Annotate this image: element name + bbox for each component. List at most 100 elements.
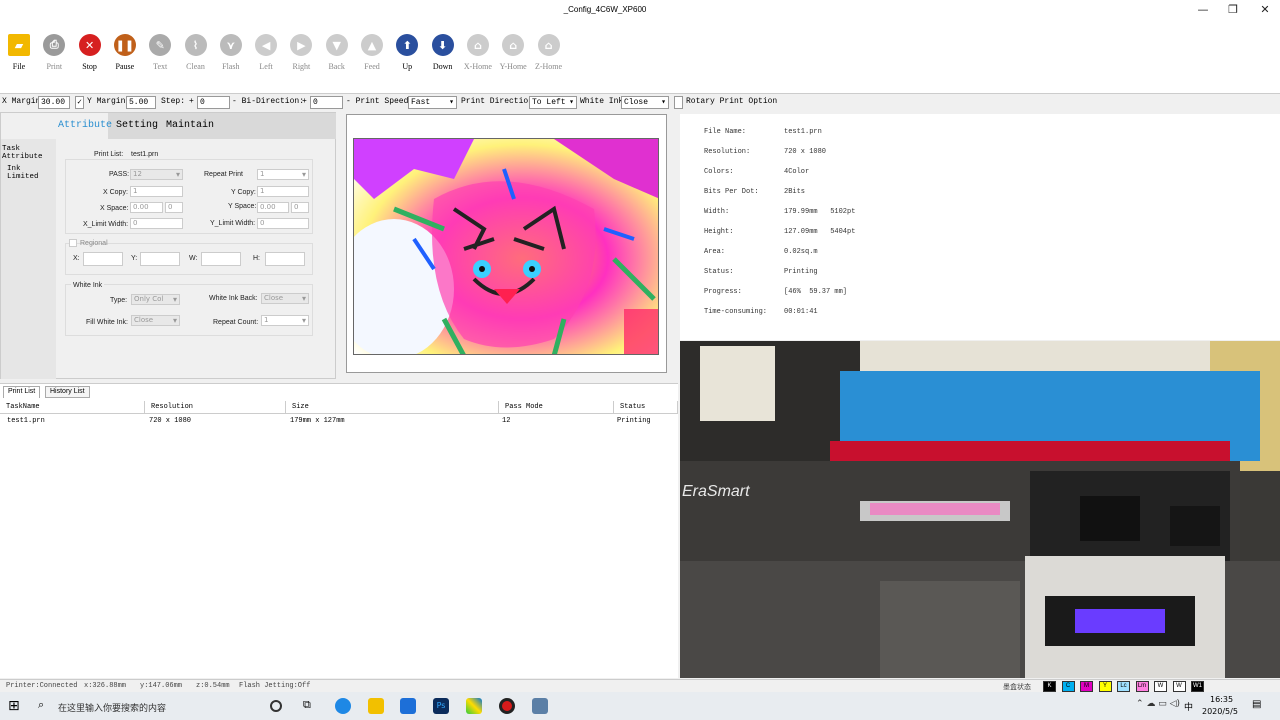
info-label: Bits Per Dot: — [704, 188, 759, 196]
edge-icon[interactable] — [335, 698, 351, 714]
regional-h-input[interactable] — [265, 252, 305, 266]
print-speed-label: - Print Speed: — [346, 97, 414, 106]
back-button[interactable]: ▼ Back — [320, 34, 354, 94]
bidir-plus-label: + — [302, 97, 307, 106]
info-value: [46% 59.37 mm] — [784, 288, 848, 296]
photoshop-icon[interactable]: Ps — [433, 698, 449, 714]
zhome-button[interactable]: ⌂ Z-Home — [532, 34, 566, 94]
print-list-panel: Print List History List TaskName Resolut… — [0, 383, 678, 678]
left-button[interactable]: ◀ Left — [249, 34, 283, 94]
right-icon: ▶ — [290, 34, 313, 56]
column-size[interactable]: Size — [286, 401, 499, 414]
notification-icon[interactable]: ▤ — [1252, 699, 1261, 710]
tray-icons[interactable]: ⌃ ☁ ▭ ◁) — [1136, 699, 1180, 709]
tab-setting[interactable]: Setting — [116, 120, 158, 131]
mail-icon[interactable] — [400, 698, 416, 714]
column-pass-mode[interactable]: Pass Mode — [499, 401, 614, 414]
regional-x-input[interactable] — [83, 252, 123, 266]
stop-button[interactable]: ✕ Stop — [73, 34, 107, 94]
pass-select[interactable]: 12 — [130, 169, 183, 180]
cell-status: Printing — [617, 417, 651, 425]
yhome-icon: ⌂ — [502, 34, 525, 56]
bidir-input[interactable]: 0 — [310, 96, 343, 109]
column-status[interactable]: Status — [614, 401, 678, 414]
column-taskname[interactable]: TaskName — [0, 401, 145, 414]
y-space-input[interactable]: 0.00 — [257, 202, 289, 213]
print-speed-select[interactable]: Fast — [408, 96, 457, 109]
maximize-button[interactable]: ❐ — [1218, 2, 1248, 18]
close-window-button[interactable]: ✕ — [1250, 2, 1280, 18]
pause-button[interactable]: ❚❚ Pause — [108, 34, 142, 94]
x-margin-input[interactable]: 30.00 — [38, 96, 70, 109]
y-margin-checkbox[interactable]: ✓ — [75, 96, 84, 109]
info-label: Progress: — [704, 288, 742, 296]
print-icon: ⎙ — [43, 34, 66, 56]
task-view-icon[interactable]: ⧉ — [303, 698, 319, 714]
repeat-print-select[interactable]: 1 — [257, 169, 309, 180]
text-button[interactable]: ✎ Text — [143, 34, 177, 94]
rotary-checkbox[interactable] — [674, 96, 683, 109]
nav-ink-limited[interactable]: Ink Limited — [7, 165, 56, 181]
flash-jetting-status: Flash Jetting:Off — [239, 682, 311, 690]
left-label: Left — [259, 62, 273, 71]
down-button[interactable]: ⬇ Down — [426, 34, 460, 94]
windows-start-icon[interactable]: ⊞ — [8, 698, 24, 714]
type-select[interactable]: Only Col — [131, 294, 180, 305]
feed-button[interactable]: ▲ Feed — [355, 34, 389, 94]
step-input[interactable]: 0 — [197, 96, 230, 109]
xhome-button[interactable]: ⌂ X-Home — [461, 34, 495, 94]
x-space-input[interactable]: 0.00 — [130, 202, 163, 213]
clean-button[interactable]: ⌇ Clean — [179, 34, 213, 94]
right-button[interactable]: ▶ Right — [284, 34, 318, 94]
main-toolbar: ▰ File ⎙ Print ✕ Stop ❚❚ Pause ✎ Text ⌇ Clean ⋎ Flash… — [0, 22, 1280, 94]
tab-print-list[interactable]: Print List — [3, 386, 41, 398]
side-nav: Task Attribute Ink Limited — [1, 139, 56, 379]
color-app-icon[interactable] — [466, 698, 482, 714]
up-button[interactable]: ⬆ Up — [390, 34, 424, 94]
tab-maintain[interactable]: Maintain — [166, 120, 214, 131]
white-ink-label: White Ink — [580, 97, 624, 106]
nav-task-attribute[interactable]: Task Attribute — [2, 145, 56, 161]
white-ink-select[interactable]: Close — [621, 96, 669, 109]
fill-white-ink-select[interactable]: Close — [131, 315, 180, 326]
minimize-button[interactable]: — — [1188, 2, 1218, 18]
y-space-input-2[interactable]: 0 — [291, 202, 309, 213]
taskbar-search-box[interactable]: 在这里输入你要搜索的内容 — [58, 701, 166, 714]
y-margin-input[interactable]: 5.00 — [126, 96, 156, 109]
x-limit-input[interactable]: 0 — [130, 218, 183, 229]
tab-history-list[interactable]: History List — [45, 386, 90, 398]
explorer-icon[interactable] — [368, 698, 384, 714]
file-label: File — [12, 62, 26, 71]
y-copy-input[interactable]: 1 — [257, 186, 309, 197]
print-preview-panel — [346, 114, 667, 373]
regional-y-input[interactable] — [140, 252, 180, 266]
input-method[interactable]: 中 — [1184, 700, 1193, 713]
pass-label: PASS: — [109, 171, 130, 178]
regional-checkbox[interactable] — [69, 239, 77, 247]
record-icon[interactable] — [499, 698, 515, 714]
print-button[interactable]: ⎙ Print — [37, 34, 71, 94]
x-space-input-2[interactable]: 0 — [165, 202, 183, 213]
cortana-icon[interactable] — [270, 700, 282, 712]
ink-cartridge: Lm — [1135, 681, 1149, 692]
y-limit-input[interactable]: 0 — [257, 218, 309, 229]
flash-button[interactable]: ⋎ Flash — [214, 34, 248, 94]
print-direction-select[interactable]: To Left — [529, 96, 577, 109]
white-ink-back-select[interactable]: Close — [261, 293, 309, 304]
y-copy-label: Y Copy: — [231, 189, 256, 196]
printer-app-icon[interactable] — [532, 698, 548, 714]
y-space-label: Y Space: — [228, 203, 257, 210]
regional-w-input[interactable] — [201, 252, 241, 266]
back-label: Back — [328, 62, 345, 71]
tab-attribute[interactable]: Attribute — [58, 120, 112, 131]
yhome-button[interactable]: ⌂ Y-Home — [496, 34, 530, 94]
repeat-count-select[interactable]: 1 — [261, 315, 309, 326]
flash-label: Flash — [222, 62, 240, 71]
column-resolution[interactable]: Resolution — [145, 401, 286, 414]
windows-taskbar: ⊞ ⌕ 在这里输入你要搜索的内容 ⧉ Ps ⌃ ☁ ▭ ◁) 中 16:35 2… — [0, 692, 1280, 720]
back-icon: ▼ — [325, 34, 348, 56]
ink-cartridge: M — [1080, 681, 1093, 692]
file-button[interactable]: ▰ File — [2, 34, 36, 94]
x-copy-input[interactable]: 1 — [130, 186, 183, 197]
options-bar: X Margin 30.00 ✓ Y Margin 5.00 Step: + 0… — [0, 95, 1280, 110]
